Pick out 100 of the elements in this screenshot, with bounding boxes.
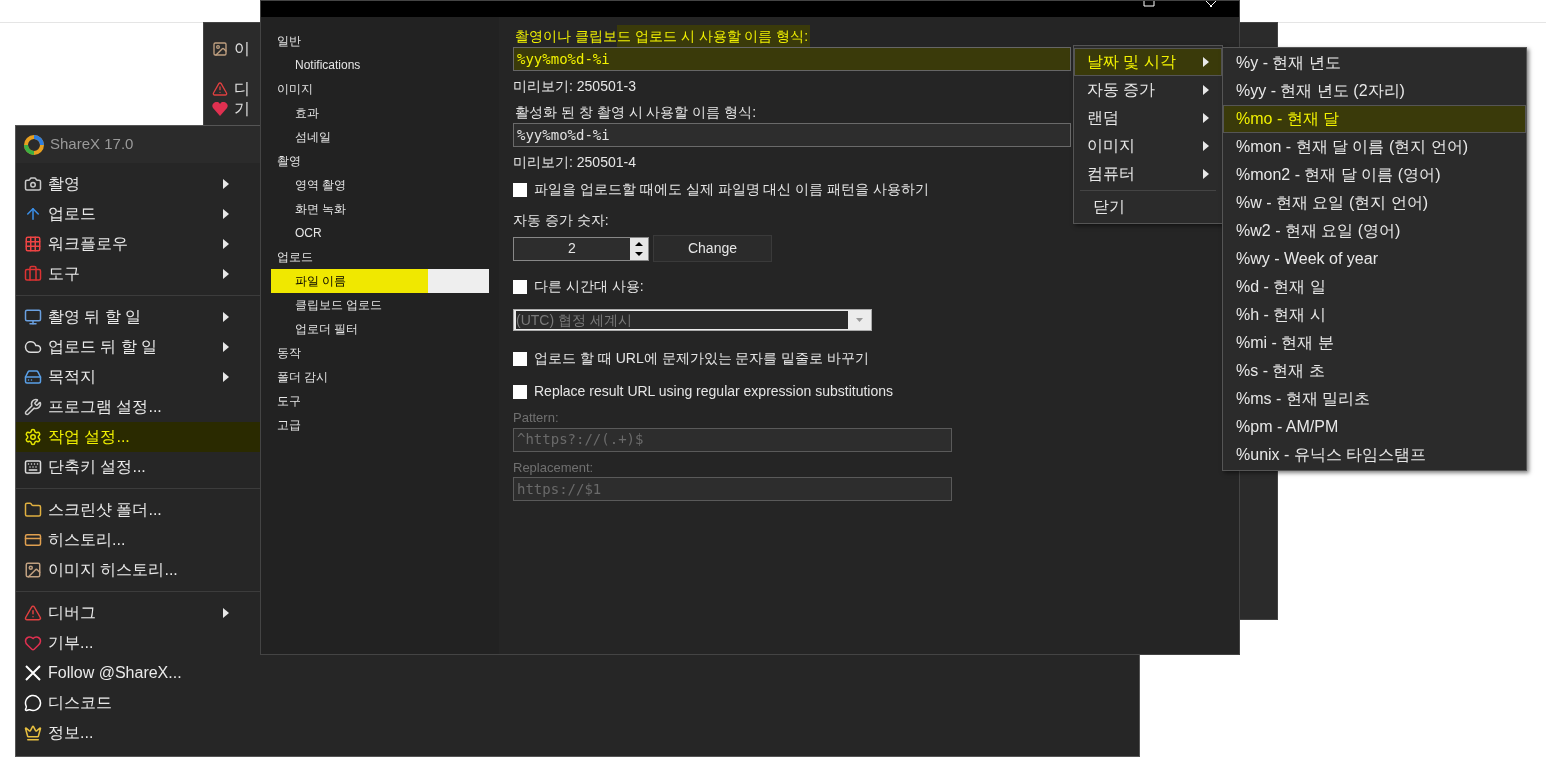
caret-icon — [1203, 141, 1209, 151]
menu-item[interactable]: %s - 현재 초 — [1223, 357, 1526, 385]
caret-icon — [223, 209, 229, 219]
menu-item[interactable]: %mon - 현재 달 이름 (현지 언어) — [1223, 133, 1526, 161]
change-button[interactable]: Change — [653, 235, 772, 262]
cloud-icon — [24, 338, 42, 356]
menu-item[interactable]: 디버그 — [16, 598, 261, 628]
menu-item[interactable]: %y - 현재 년도 — [1223, 49, 1526, 77]
menu-item[interactable]: 이미지 — [1074, 132, 1222, 160]
menu-item[interactable]: 촬영 뒤 할 일 — [16, 302, 261, 332]
menu-item[interactable]: 날짜 및 시각 — [1074, 48, 1222, 76]
menu-item[interactable]: 정보... — [16, 718, 261, 748]
maximize-icon[interactable] — [1143, 1, 1155, 7]
menu-item[interactable]: 이 — [234, 37, 250, 61]
field-label: Pattern: — [513, 409, 559, 427]
menu-item[interactable]: 디스코드 — [16, 688, 261, 718]
camera-icon — [24, 175, 42, 193]
chat-icon — [24, 694, 42, 712]
nav-item[interactable]: 이미지 — [271, 77, 489, 101]
nav-item[interactable]: Notifications — [271, 53, 489, 77]
nav-item[interactable]: 동작 — [271, 341, 489, 365]
menu-item[interactable]: 이미지 히스토리... — [16, 555, 261, 585]
menu-item[interactable]: Follow @ShareX... — [16, 658, 261, 688]
menu-item[interactable]: %pm - AM/PM — [1223, 413, 1526, 441]
nav-item[interactable]: 파일 이름 — [271, 269, 489, 293]
nav-item[interactable]: 영역 촬영 — [271, 173, 489, 197]
nav-item[interactable]: 폴더 감시 — [271, 365, 489, 389]
caret-icon — [223, 269, 229, 279]
cone-icon — [212, 81, 228, 97]
menu-item[interactable]: 스크린샷 폴더... — [16, 495, 261, 525]
menu-item[interactable]: 히스토리... — [16, 525, 261, 555]
menu-item[interactable]: %d - 현재 일 — [1223, 273, 1526, 301]
menu-item[interactable]: %ms - 현재 밀리초 — [1223, 385, 1526, 413]
nav-item[interactable]: 고급 — [271, 413, 489, 437]
checkbox[interactable] — [513, 279, 527, 294]
image-icon — [212, 41, 228, 57]
menu-item[interactable]: %yy - 현재 년도 (2자리) — [1223, 77, 1526, 105]
text-field[interactable]: %yy%mo%d-%i — [513, 47, 1071, 71]
menu-item[interactable]: 업로드 뒤 할 일 — [16, 332, 261, 362]
checkbox-label: 파일을 업로드할 때에도 실제 파일명 대신 이름 패턴을 사용하기 — [534, 180, 930, 199]
preview-text: 미리보기: 250501-4 — [513, 152, 636, 172]
menu-item[interactable]: %unix - 유닉스 타임스탬프 — [1223, 441, 1526, 469]
nav-item[interactable]: 업로드 — [271, 245, 489, 269]
menu-item[interactable]: 업로드 — [16, 199, 261, 229]
field-label: 촬영이나 클립보드 업로드 시 사용할 이름 형식: — [513, 25, 811, 47]
crown-icon — [24, 724, 42, 742]
nav-item[interactable]: OCR — [271, 221, 489, 245]
menu-item[interactable]: 촬영 — [16, 169, 261, 199]
heart-icon — [24, 634, 42, 652]
menu-title: ShareX 17.0 — [50, 134, 134, 155]
caret-icon — [223, 179, 229, 189]
nav-item[interactable]: 일반 — [271, 29, 489, 53]
menu-item[interactable]: %wy - Week of year — [1223, 245, 1526, 273]
menu-item[interactable]: %mo - 현재 달 — [1223, 105, 1526, 133]
nav-item[interactable]: 촬영 — [271, 149, 489, 173]
folder-icon — [24, 501, 42, 519]
menu-item[interactable]: 닫기 — [1080, 193, 1216, 221]
checkbox-label: 업로드 할 때 URL에 문제가있는 문자를 밑줄로 바꾸기 — [534, 349, 870, 368]
caret-icon — [223, 342, 229, 352]
close-icon[interactable] — [1205, 1, 1217, 7]
settings-icon — [24, 428, 42, 446]
menu-item[interactable]: 워크플로우 — [16, 229, 261, 259]
heart-icon — [212, 102, 228, 116]
menu-item[interactable]: 작업 설정... — [16, 422, 261, 452]
upload-icon — [24, 205, 42, 223]
menu-item[interactable]: 프로그램 설정... — [16, 392, 261, 422]
nav-item[interactable]: 도구 — [271, 389, 489, 413]
caret-icon — [223, 372, 229, 382]
menu-item[interactable]: %h - 현재 시 — [1223, 301, 1526, 329]
text-field[interactable]: %yy%mo%d-%i — [513, 123, 1071, 147]
drive-icon — [24, 368, 42, 386]
card-icon — [24, 531, 42, 549]
caret-icon — [1203, 57, 1209, 67]
menu-item[interactable]: 자동 증가 — [1074, 76, 1222, 104]
menu-item[interactable]: 목적지 — [16, 362, 261, 392]
nav-item[interactable]: 클립보드 업로드 — [271, 293, 489, 317]
nav-item[interactable]: 업로더 필터 — [271, 317, 489, 341]
menu-item[interactable]: 기부... — [16, 628, 261, 658]
menu-item[interactable]: 단축키 설정... — [16, 452, 261, 482]
number-spinner[interactable]: 2 — [513, 236, 649, 261]
checkbox[interactable] — [513, 384, 527, 399]
monitor-icon — [24, 308, 42, 326]
checkbox[interactable] — [513, 182, 527, 197]
nav-item[interactable]: 화면 녹화 — [271, 197, 489, 221]
menu-item[interactable]: %w2 - 현재 요일 (영어) — [1223, 217, 1526, 245]
checkbox[interactable] — [513, 351, 527, 366]
x-logo-icon — [24, 664, 42, 682]
keyboard-icon — [24, 458, 42, 476]
grid-icon — [24, 235, 42, 253]
menu-item[interactable]: %mon2 - 현재 달 이름 (영어) — [1223, 161, 1526, 189]
nav-item[interactable]: 효과 — [271, 101, 489, 125]
menu-item[interactable]: %w - 현재 요일 (현지 언어) — [1223, 189, 1526, 217]
menu-item[interactable]: 도구 — [16, 259, 261, 289]
caret-icon — [1203, 85, 1209, 95]
menu-item[interactable]: 랜덤 — [1074, 104, 1222, 132]
menu-item[interactable]: 컴퓨터 — [1074, 160, 1222, 188]
cone-icon — [24, 604, 42, 622]
menu-item[interactable]: %mi - 현재 분 — [1223, 329, 1526, 357]
nav-item[interactable]: 섬네일 — [271, 125, 489, 149]
spinner-arrows-icon[interactable] — [630, 237, 648, 260]
